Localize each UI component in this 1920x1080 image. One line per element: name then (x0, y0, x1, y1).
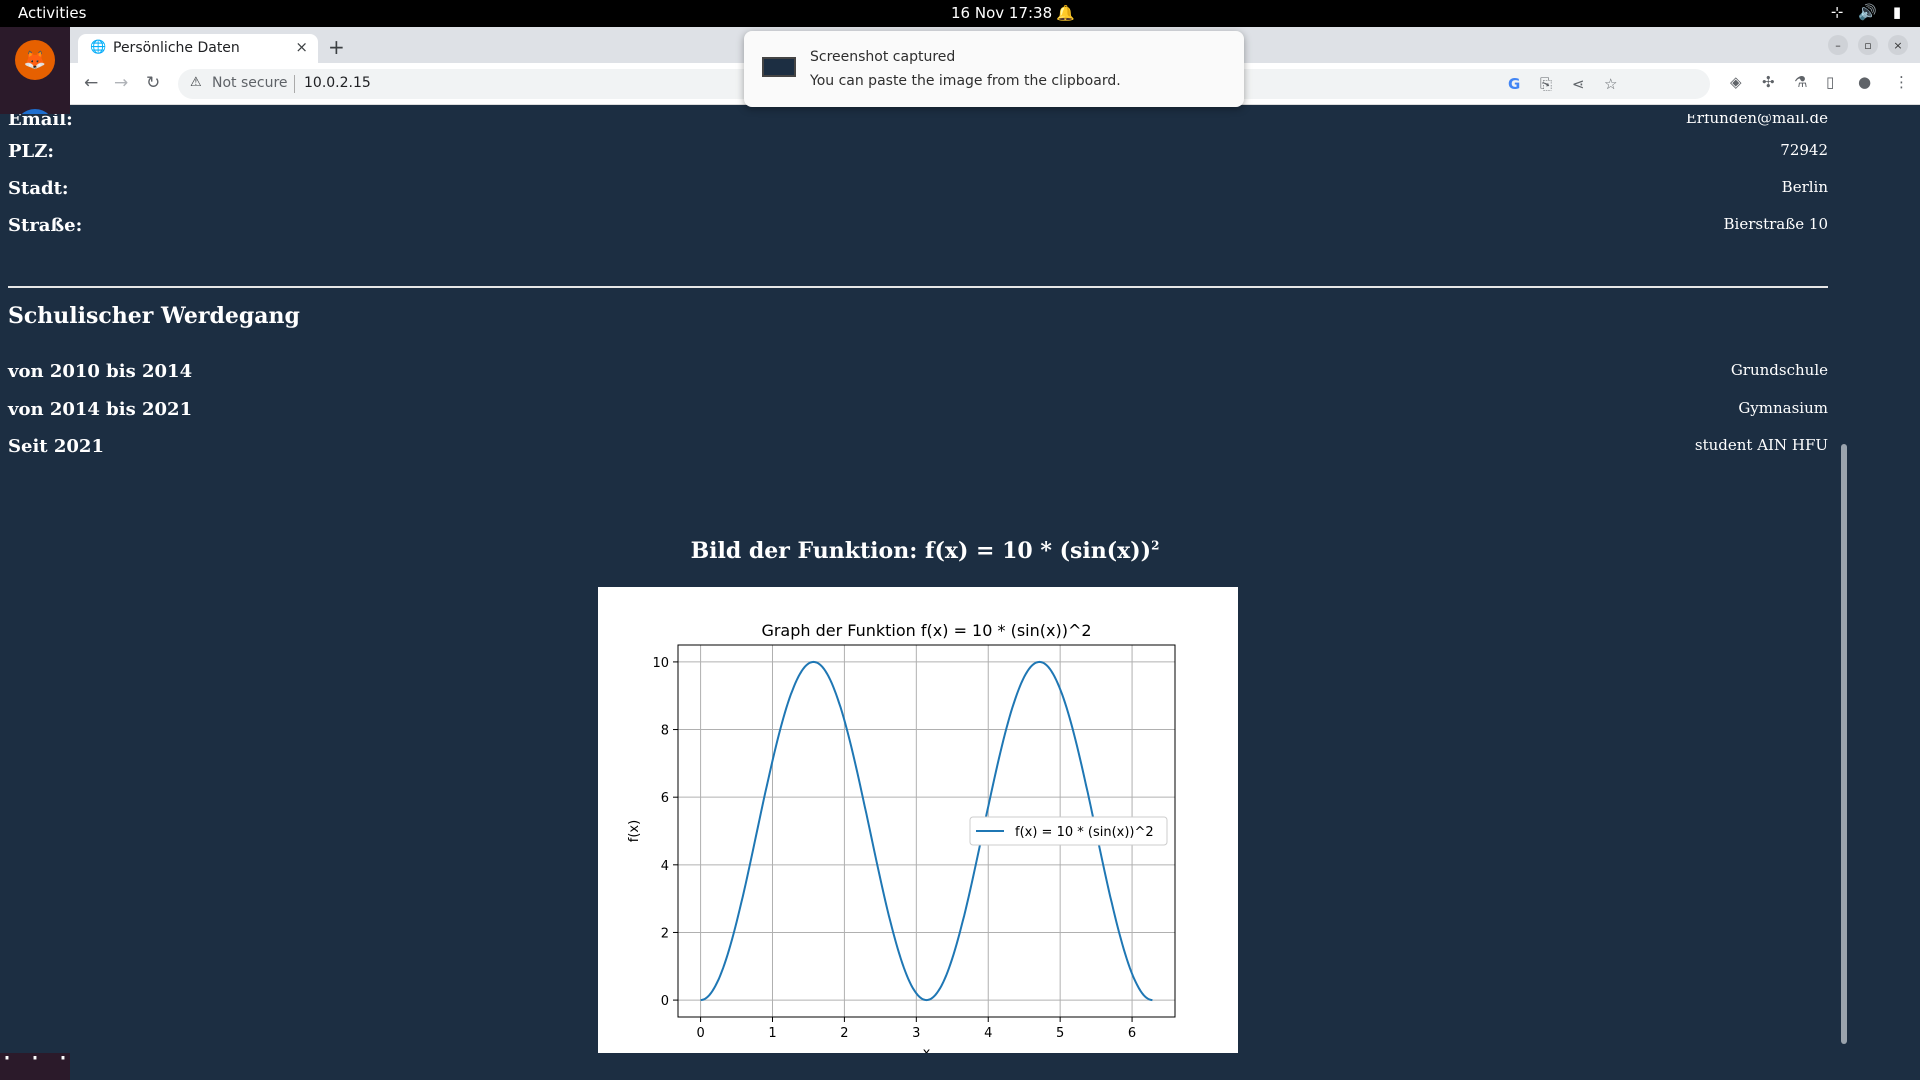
x-tick-label: 6 (1128, 1026, 1136, 1041)
notification-body: You can paste the image from the clipboa… (810, 73, 1121, 89)
screenshot-notification[interactable]: Screenshot captured You can paste the im… (744, 31, 1244, 107)
x-tick-label: 5 (1056, 1026, 1064, 1041)
personal-data-value: Berlin (1781, 178, 1828, 196)
legend-label: f(x) = 10 * (sin(x))^2 (1015, 825, 1154, 840)
divider (294, 75, 295, 93)
y-axis-label: f(x) (627, 820, 642, 842)
clock[interactable]: 16 Nov 17:38 (951, 4, 1052, 22)
x-tick-label: 2 (840, 1026, 848, 1041)
lab-flask-icon[interactable]: ⚗ (1794, 73, 1807, 91)
translate-icon[interactable]: ⎘ (1540, 75, 1552, 93)
x-axis-label: x (923, 1046, 931, 1053)
section-divider (8, 286, 1828, 288)
volume-icon[interactable]: 🔊 (1858, 3, 1877, 21)
reload-button[interactable]: ↻ (146, 73, 160, 93)
personal-data-row: Stadt: Berlin (8, 178, 1828, 208)
personal-data-row: PLZ: 72942 (8, 141, 1828, 171)
page-scrollbar[interactable] (1838, 114, 1850, 1053)
bell-icon[interactable]: 🔔 (1056, 4, 1075, 22)
google-icon[interactable]: G (1508, 75, 1520, 93)
personal-data-row: Email: Erfunden@mail.de (8, 114, 1828, 139)
school-history-row: Seit 2021 student AIN HFU (8, 436, 1828, 466)
x-tick-label: 3 (912, 1026, 920, 1041)
x-tick-label: 0 (696, 1026, 704, 1041)
function-chart: 0 1 2 3 4 5 6 0 2 4 6 8 10 Graph der Funktion f(x) = … (627, 621, 1176, 1053)
url-text[interactable]: 10.0.2.15 (304, 75, 371, 91)
school-history-label: Seit 2021 (8, 436, 104, 457)
firefox-icon-glyph: 🦊 (15, 40, 55, 80)
y-tick-label: 4 (661, 859, 669, 874)
function-heading: Bild der Funktion: f(x) = 10 * (sin(x))2 (0, 538, 1850, 564)
tab-title: Persönliche Daten (113, 40, 240, 56)
school-history-value: Gymnasium (1738, 399, 1828, 417)
page-content: Email: Erfunden@mail.de PLZ: 72942 Stadt: Ber… (0, 114, 1850, 1053)
scrollbar-thumb[interactable] (1841, 444, 1847, 1044)
network-icon[interactable]: ⊹ (1828, 3, 1846, 21)
school-history-value: student AIN HFU (1694, 436, 1828, 454)
maximize-button[interactable]: ▫ (1858, 35, 1878, 55)
function-heading-superscript: 2 (1151, 538, 1160, 553)
battery-icon[interactable]: ▮ (1888, 3, 1906, 21)
menu-kebab-icon[interactable]: ⋮ (1894, 73, 1909, 91)
firefox-icon[interactable]: 🦊 (11, 36, 59, 84)
personal-data-label: Stadt: (8, 178, 69, 199)
personal-data-value: Bierstraße 10 (1723, 215, 1828, 233)
extension-shield-icon[interactable]: ◈ (1730, 73, 1742, 91)
function-heading-text: Bild der Funktion: f(x) = 10 * (sin(x)) (690, 538, 1152, 564)
personal-data-label: Email: (8, 114, 73, 130)
back-button[interactable]: ← (84, 73, 98, 93)
side-panel-icon[interactable]: ▯ (1826, 73, 1834, 91)
activities-button[interactable]: Activities (18, 4, 86, 22)
globe-icon: 🌐 (90, 40, 107, 55)
forward-button[interactable]: → (114, 73, 128, 93)
close-window-button[interactable]: × (1888, 35, 1908, 55)
system-top-bar: Activities 16 Nov 17:38 🔔 ⊹ 🔊 ▮ (0, 0, 1920, 27)
school-history-label: von 2010 bis 2014 (8, 361, 193, 382)
school-history-row: von 2010 bis 2014 Grundschule (8, 361, 1828, 391)
y-tick-label: 8 (661, 724, 669, 739)
new-tab-button[interactable]: + (328, 35, 345, 59)
security-status[interactable]: Not secure (212, 75, 288, 91)
section-title: Schulischer Werdegang (8, 303, 300, 329)
y-tick-label: 2 (661, 926, 669, 941)
personal-data-label: PLZ: (8, 141, 54, 162)
bookmark-star-icon[interactable]: ☆ (1604, 75, 1617, 93)
tab-persoenliche-daten[interactable]: 🌐 Persönliche Daten × (78, 34, 318, 63)
x-tick-label: 1 (768, 1026, 776, 1041)
share-icon[interactable]: ⋖ (1572, 75, 1585, 93)
personal-data-row: Straße: Bierstraße 10 (8, 215, 1828, 245)
minimize-button[interactable]: – (1828, 35, 1848, 55)
personal-data-label: Straße: (8, 215, 83, 236)
close-tab-icon[interactable]: × (295, 38, 308, 56)
personal-data-value: Erfunden@mail.de (1685, 114, 1828, 127)
profile-avatar-icon[interactable]: ● (1858, 73, 1871, 91)
screenshot-thumbnail-icon (762, 57, 796, 77)
function-chart-image: 0 1 2 3 4 5 6 0 2 4 6 8 10 Graph der Funktion f(x) = … (598, 587, 1238, 1053)
chart-title: Graph der Funktion f(x) = 10 * (sin(x))^… (761, 621, 1091, 640)
extensions-puzzle-icon[interactable]: ✣ (1762, 73, 1775, 91)
school-history-row: von 2014 bis 2021 Gymnasium (8, 399, 1828, 429)
warning-icon[interactable]: ⚠ (190, 75, 202, 90)
notification-title: Screenshot captured (810, 49, 956, 65)
personal-data-value: 72942 (1780, 141, 1828, 159)
y-tick-label: 10 (652, 656, 669, 671)
y-tick-label: 0 (661, 994, 669, 1009)
school-history-label: von 2014 bis 2021 (8, 399, 193, 420)
x-tick-label: 4 (984, 1026, 992, 1041)
y-tick-label: 6 (661, 791, 669, 806)
system-tray[interactable]: ⊹ 🔊 ▮ (1828, 3, 1906, 21)
school-history-value: Grundschule (1730, 361, 1828, 379)
